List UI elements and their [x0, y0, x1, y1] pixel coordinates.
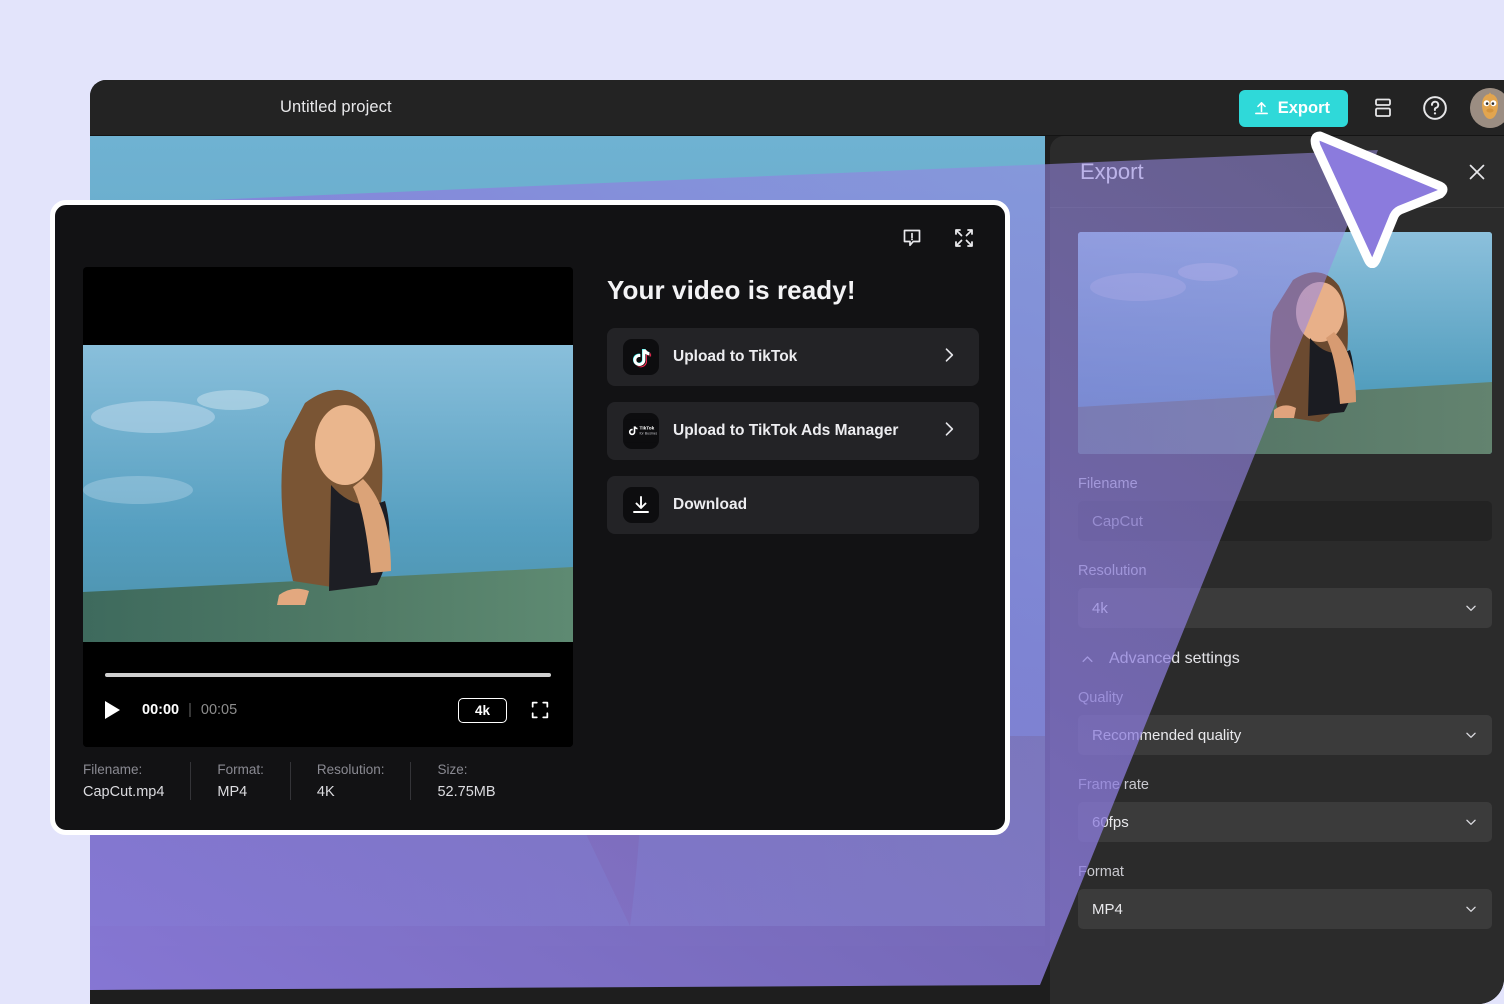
- action-label: Upload to TikTok Ads Manager: [673, 422, 899, 439]
- meta-value: 4K: [316, 784, 335, 800]
- player-control-row: 00:00 | 00:05 4k: [105, 693, 551, 727]
- frame-rate-label: Frame rate: [1078, 777, 1149, 793]
- upload-to-tiktok-ads-manager-button[interactable]: TikTok for Business Upload to TikTok Ads…: [607, 402, 979, 460]
- meta-format: Format: MP4: [190, 762, 290, 800]
- meta-filename: Filename: CapCut.mp4: [83, 762, 190, 800]
- meta-size: Size: 52.75MB: [410, 762, 521, 800]
- upload-icon: [1253, 100, 1270, 117]
- svg-text:TikTok: TikTok: [640, 426, 655, 432]
- export-button-label: Export: [1277, 98, 1330, 117]
- total-time: 00:05: [200, 702, 238, 718]
- resolution-value: 4k: [1092, 599, 1108, 617]
- download-button[interactable]: Download: [607, 476, 979, 534]
- chevron-down-icon: [1464, 815, 1478, 829]
- export-panel-header: Export: [1050, 136, 1504, 208]
- meta-key: Filename:: [83, 762, 143, 777]
- format-select[interactable]: MP4: [1078, 889, 1492, 929]
- resolution-chip[interactable]: 4k: [457, 697, 507, 723]
- player-video-frame: [83, 345, 573, 642]
- stage-playbar: [90, 926, 1045, 946]
- feedback-bubble-icon[interactable]: [899, 225, 925, 251]
- modal-actions-column: Your video is ready! Upload to TikTok Ti…: [607, 267, 979, 747]
- chevron-down-icon: [1464, 728, 1478, 742]
- quality-value: Recommended quality: [1092, 726, 1242, 744]
- modal-content: 00:00 | 00:05 4k Your video is ready! Up…: [55, 205, 1005, 747]
- export-panel: Export Filename CapCut Resolution 4k Adv…: [1050, 136, 1504, 1004]
- page-title: Untitled project: [280, 98, 392, 116]
- tiktok-icon: [623, 339, 659, 375]
- chevron-down-icon: [1464, 601, 1478, 615]
- player-scrubber[interactable]: [105, 673, 551, 677]
- collapse-icon[interactable]: [951, 225, 977, 251]
- video-player: 00:00 | 00:05 4k: [83, 267, 573, 747]
- export-panel-body: Filename Resolution 4k Advanced settin: [1050, 208, 1504, 929]
- download-icon: [623, 487, 659, 523]
- filename-label: Filename: [1078, 476, 1138, 492]
- meta-resolution: Resolution: 4K: [289, 762, 411, 800]
- export-panel-title: Export: [1080, 158, 1144, 184]
- modal-header-icons: [899, 225, 977, 251]
- chevron-down-icon: [1464, 902, 1478, 916]
- export-button[interactable]: Export: [1238, 89, 1348, 127]
- resolution-label: Resolution: [1078, 563, 1147, 579]
- format-value: MP4: [1092, 900, 1123, 918]
- help-circle-icon[interactable]: [1418, 91, 1452, 125]
- topbar-actions: Export: [1238, 80, 1504, 136]
- resolution-select[interactable]: 4k: [1078, 588, 1492, 628]
- file-metadata: Filename: CapCut.mp4 Format: MP4 Resolut…: [83, 762, 522, 800]
- frame-rate-select[interactable]: 60fps: [1078, 802, 1492, 842]
- screenshot-root: Untitled project Export Export Filename …: [0, 0, 1504, 1004]
- quality-label: Quality: [1078, 690, 1124, 706]
- chevron-right-icon: [939, 345, 959, 370]
- action-label: Upload to TikTok: [673, 348, 798, 365]
- modal-heading: Your video is ready!: [607, 275, 856, 305]
- quality-select[interactable]: Recommended quality: [1078, 715, 1492, 755]
- filename-input[interactable]: [1078, 501, 1492, 541]
- upload-to-tiktok-button[interactable]: Upload to TikTok: [607, 328, 979, 386]
- meta-value: 52.75MB: [437, 784, 496, 800]
- svg-text:for Business: for Business: [640, 432, 657, 436]
- action-label: Download: [673, 496, 748, 513]
- advanced-settings-toggle[interactable]: Advanced settings: [1080, 650, 1492, 668]
- layout-panel-icon[interactable]: [1366, 91, 1400, 125]
- chevron-right-icon: [939, 419, 959, 444]
- close-icon[interactable]: [1462, 157, 1492, 187]
- meta-key: Resolution:: [316, 762, 385, 777]
- meta-value: CapCut.mp4: [83, 784, 165, 800]
- current-time: 00:00: [142, 702, 180, 718]
- app-topbar: Untitled project Export: [90, 80, 1504, 136]
- export-preview-thumbnail: [1078, 232, 1492, 454]
- chevron-up-icon: [1080, 652, 1095, 667]
- tiktok-business-icon: TikTok for Business: [623, 413, 659, 449]
- play-icon[interactable]: [105, 701, 120, 719]
- meta-value: MP4: [217, 784, 248, 800]
- player-controls: 00:00 | 00:05 4k: [83, 655, 573, 747]
- frame-rate-value: 60fps: [1092, 813, 1129, 831]
- export-result-modal: 00:00 | 00:05 4k Your video is ready! Up…: [50, 200, 1010, 835]
- avatar[interactable]: [1470, 88, 1504, 128]
- format-label: Format: [1078, 864, 1124, 880]
- meta-key: Size:: [437, 762, 468, 777]
- time-separator: |: [188, 702, 192, 718]
- meta-key: Format:: [217, 762, 264, 777]
- fullscreen-icon[interactable]: [529, 699, 551, 721]
- advanced-settings-label: Advanced settings: [1109, 650, 1240, 667]
